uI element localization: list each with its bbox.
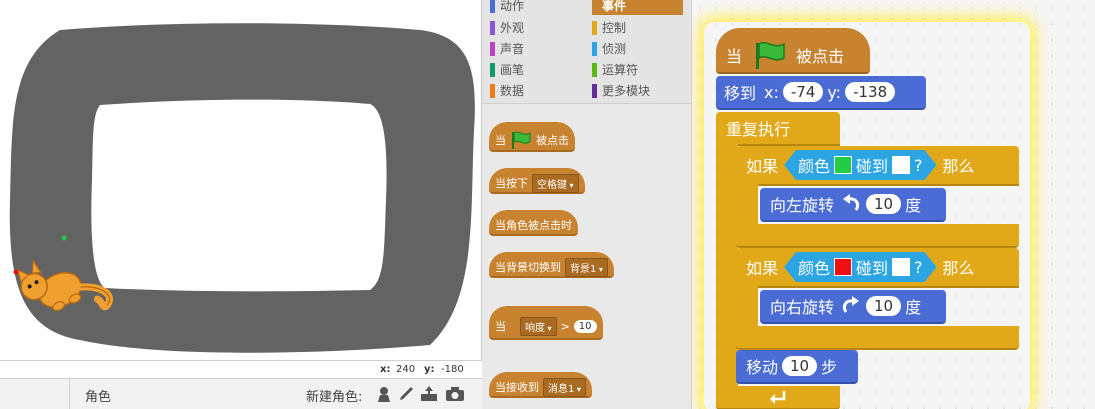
palette-when-flag-clicked[interactable]: 当 被点击 [489, 122, 575, 152]
script-when-flag-clicked[interactable]: 当 被点击 [716, 28, 870, 74]
x-value: 240 [396, 364, 416, 375]
mouse-coords: x: 240 y: -180 [0, 360, 482, 378]
color-swatch-white[interactable] [892, 258, 910, 276]
script-turn-left[interactable]: 向左旋转 10 度 [760, 188, 946, 222]
script-area[interactable]: 当 被点击 移到 x: -74 y: -138 重复执行 如果 颜色 碰到 ? … [692, 0, 1095, 409]
key-dropdown[interactable]: 空格键 [532, 173, 579, 193]
color-swatch-white[interactable] [892, 156, 910, 174]
rotate-right-icon [842, 296, 860, 313]
message-dropdown[interactable]: 消息1 [543, 377, 586, 397]
category-list: 动作 外观 声音 画笔 数据 事件 控制 侦测 运算符 更多模块 [482, 0, 691, 104]
category-sensing[interactable]: 侦测 [584, 40, 684, 58]
if1-bottom [736, 224, 1019, 248]
script-move-steps[interactable]: 移动 10 步 [736, 350, 858, 384]
category-swatch [592, 84, 597, 98]
category-events[interactable]: 事件 [592, 0, 683, 15]
category-swatch [490, 42, 495, 56]
script-go-to-xy[interactable]: 移到 x: -74 y: -138 [716, 76, 926, 110]
loop-arrow-icon [770, 391, 786, 404]
track-ring [9, 23, 475, 353]
stage-canvas [9, 23, 475, 353]
color-swatch-green[interactable] [834, 156, 852, 174]
forever-arm [716, 144, 738, 394]
sprite-bar: 角色 新建角色: [0, 378, 482, 409]
sprites-title: 角色 [85, 390, 112, 405]
palette-when-receive[interactable]: 当接收到 消息1 [489, 372, 592, 398]
threshold-input[interactable]: 10 [573, 319, 597, 333]
move-steps-input[interactable]: 10 [782, 356, 818, 376]
category-control[interactable]: 控制 [584, 19, 684, 37]
y-label: y: [424, 364, 435, 375]
x-label: x: [380, 364, 391, 375]
block-palette: 动作 外观 声音 画笔 数据 事件 控制 侦测 运算符 更多模块 当 被点击 当… [482, 0, 692, 409]
palette-when-sensor-greater[interactable]: 当 响度 > 10 [489, 306, 603, 340]
green-flag-icon [756, 41, 785, 69]
category-swatch [592, 42, 597, 56]
category-swatch [592, 63, 597, 77]
camera-icon[interactable] [445, 384, 465, 404]
paint-brush-icon[interactable] [396, 384, 416, 404]
rotate-left-icon [843, 194, 860, 211]
category-pen[interactable]: 画笔 [482, 61, 582, 79]
turn-right-degrees-input[interactable]: 10 [866, 296, 902, 316]
category-swatch [592, 21, 597, 35]
forever-bottom [716, 386, 840, 409]
category-operators[interactable]: 运算符 [584, 61, 684, 79]
green-flag-icon [512, 131, 531, 149]
new-sprite-label: 新建角色: [306, 390, 363, 405]
category-data[interactable]: 数据 [482, 82, 582, 100]
category-swatch [490, 21, 495, 35]
palette-when-key-pressed[interactable]: 当按下 空格键 [489, 168, 585, 194]
y-input[interactable]: -138 [845, 82, 896, 102]
category-looks[interactable]: 外观 [482, 19, 582, 37]
category-sound[interactable]: 声音 [482, 40, 582, 58]
if2-bottom [736, 326, 1019, 350]
color-touching-sensor-2[interactable]: 颜色 碰到 ? [784, 252, 937, 282]
script-forever[interactable]: 重复执行 [716, 112, 840, 146]
script-if-color-touching-1[interactable]: 如果 颜色 碰到 ? 那么 [736, 146, 1019, 186]
color-touching-sensor-1[interactable]: 颜色 碰到 ? [784, 150, 937, 180]
backdrop-dropdown[interactable]: 背景1 [565, 257, 608, 277]
sensor-dot-red [13, 269, 19, 275]
sensor-dropdown[interactable]: 响度 [520, 316, 557, 336]
script-if-color-touching-2[interactable]: 如果 颜色 碰到 ? 那么 [736, 248, 1019, 288]
if2-arm [736, 286, 758, 330]
palette-when-backdrop-switches[interactable]: 当背景切换到 背景1 [489, 252, 614, 278]
color-swatch-red[interactable] [834, 258, 852, 276]
x-input[interactable]: -74 [782, 82, 824, 102]
upload-icon[interactable] [419, 384, 439, 404]
palette-when-sprite-clicked[interactable]: 当角色被点击时 [489, 210, 578, 236]
if1-arm [736, 184, 758, 228]
turn-left-degrees-input[interactable]: 10 [866, 194, 902, 214]
stage-tab[interactable] [0, 379, 70, 409]
sprite-library-icon[interactable] [374, 384, 394, 404]
category-more-blocks[interactable]: 更多模块 [584, 82, 684, 100]
y-value: -180 [441, 364, 464, 375]
category-motion[interactable]: 动作 [482, 0, 582, 15]
category-swatch [490, 0, 495, 13]
script-turn-right[interactable]: 向右旋转 10 度 [760, 290, 946, 324]
category-swatch [490, 63, 495, 77]
sensor-dot-green [61, 235, 67, 241]
category-swatch [490, 84, 495, 98]
stage[interactable] [0, 0, 482, 360]
